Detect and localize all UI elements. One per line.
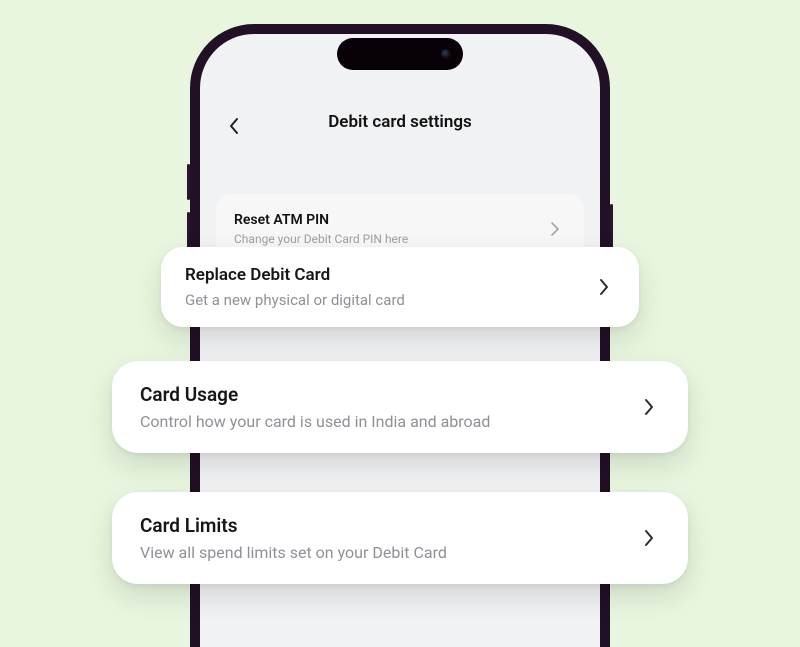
settings-item-subtitle: Get a new physical or digital card <box>185 291 577 309</box>
settings-item-subtitle: Control how your card is used in India a… <box>140 412 622 431</box>
chevron-right-icon <box>638 396 660 418</box>
back-button[interactable] <box>222 114 246 138</box>
chevron-left-icon <box>228 117 240 135</box>
chevron-right-icon <box>593 276 615 298</box>
settings-item-title: Card Limits <box>140 514 622 537</box>
chevron-right-icon <box>638 527 660 549</box>
settings-item-title: Reset ATM PIN <box>234 212 408 228</box>
dynamic-island <box>337 38 463 70</box>
settings-item-card-usage[interactable]: Card Usage Control how your card is used… <box>112 361 688 453</box>
settings-item-title: Card Usage <box>140 383 622 406</box>
settings-item-subtitle: View all spend limits set on your Debit … <box>140 543 622 562</box>
settings-item-replace-card[interactable]: Replace Debit Card Get a new physical or… <box>161 247 639 327</box>
settings-item-subtitle: Change your Debit Card PIN here <box>234 232 408 246</box>
settings-item-card-limits[interactable]: Card Limits View all spend limits set on… <box>112 492 688 584</box>
chevron-right-icon <box>544 218 566 240</box>
settings-item-title: Replace Debit Card <box>185 265 577 285</box>
page-title: Debit card settings <box>200 112 600 132</box>
